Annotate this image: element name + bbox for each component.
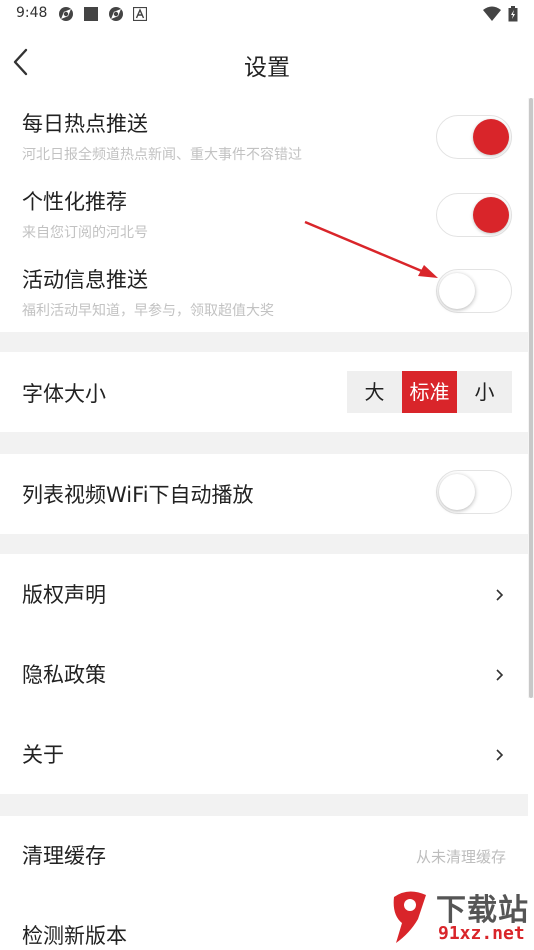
link-row-about[interactable]: 关于 xyxy=(0,714,528,794)
toggle-knob xyxy=(473,119,509,155)
status-bar: 9:48 xyxy=(0,0,534,28)
setting-desc: 河北日报全频道热点新闻、重大事件不容错过 xyxy=(22,147,302,163)
section-divider xyxy=(0,432,528,454)
chevron-right-icon xyxy=(496,589,504,601)
font-size-standard[interactable]: 标准 xyxy=(402,371,457,413)
site-logo-icon xyxy=(393,891,426,943)
setting-label: 列表视频WiFi下自动播放 xyxy=(22,483,254,507)
link-label: 隐私政策 xyxy=(22,663,106,687)
link-label: 版权声明 xyxy=(22,583,106,607)
section-divider xyxy=(0,794,528,816)
chevron-right-icon xyxy=(496,669,504,681)
battery-charging-icon xyxy=(508,6,518,22)
font-size-small[interactable]: 小 xyxy=(457,371,512,413)
font-size-large[interactable]: 大 xyxy=(347,371,402,413)
autoplay-toggle[interactable] xyxy=(436,470,512,514)
square-icon xyxy=(84,7,98,21)
setting-label: 每日热点推送 xyxy=(22,112,148,136)
app-header: 设置 xyxy=(0,28,534,98)
activity-toggle[interactable] xyxy=(436,269,512,313)
setting-label: 字体大小 xyxy=(22,382,106,406)
watermark-logo: 下载站 91xz.net xyxy=(388,885,530,947)
setting-label: 活动信息推送 xyxy=(22,268,148,292)
setting-label: 清理缓存 xyxy=(22,844,106,868)
page-title: 设置 xyxy=(244,55,290,81)
toggle-knob xyxy=(439,474,475,510)
status-time: 9:48 xyxy=(16,5,48,21)
wifi-icon xyxy=(483,6,501,21)
section-divider xyxy=(0,534,528,554)
aperture-icon xyxy=(109,7,123,21)
setting-row-activity: 活动信息推送 福利活动早知道，早参与，领取超值大奖 xyxy=(0,256,528,332)
scrollbar[interactable] xyxy=(528,98,534,698)
link-row-privacy[interactable]: 隐私政策 xyxy=(0,634,528,714)
setting-row-autoplay: 列表视频WiFi下自动播放 xyxy=(0,454,528,534)
scrollbar-thumb[interactable] xyxy=(529,98,533,698)
link-row-copyright[interactable]: 版权声明 xyxy=(0,554,528,634)
toggle-knob xyxy=(473,197,509,233)
setting-label: 个性化推荐 xyxy=(22,190,127,214)
chevron-right-icon xyxy=(496,749,504,761)
cache-status: 从未清理缓存 xyxy=(415,848,506,866)
setting-desc: 福利活动早知道，早参与，领取超值大奖 xyxy=(22,303,274,319)
watermark-domain: 91xz.net xyxy=(438,923,525,944)
toggle-knob xyxy=(439,273,475,309)
setting-desc: 来自您订阅的河北号 xyxy=(22,225,148,241)
link-label: 关于 xyxy=(22,743,64,767)
section-divider xyxy=(0,332,528,352)
hot-news-toggle[interactable] xyxy=(436,115,512,159)
font-a-icon xyxy=(133,7,147,21)
setting-row-hot-news: 每日热点推送 河北日报全频道热点新闻、重大事件不容错过 xyxy=(0,100,528,176)
setting-row-clear-cache[interactable]: 清理缓存 从未清理缓存 xyxy=(0,816,528,894)
personalized-toggle[interactable] xyxy=(436,193,512,237)
font-size-selector: 大 标准 小 xyxy=(347,371,512,413)
aperture-icon xyxy=(59,7,73,21)
setting-label: 检测新版本 xyxy=(22,924,127,948)
setting-row-personalized: 个性化推荐 来自您订阅的河北号 xyxy=(0,178,528,254)
